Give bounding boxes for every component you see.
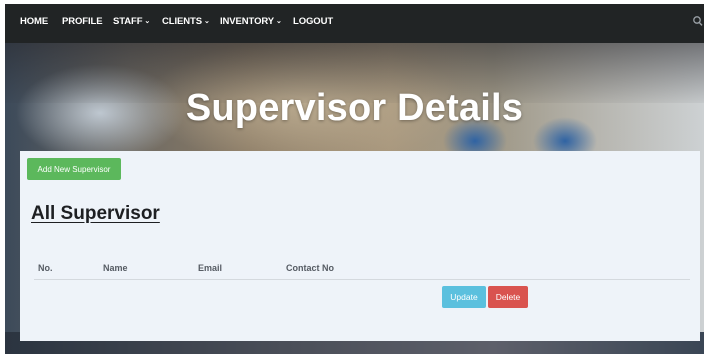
nav-profile-label: PROFILE xyxy=(62,16,103,27)
supervisor-card: Add New Supervisor All Supervisor No. Na… xyxy=(20,151,700,341)
nav-profile[interactable]: PROFILE xyxy=(62,16,103,27)
nav-home[interactable]: HOME xyxy=(20,16,48,27)
nav-staff[interactable]: STAFF ⌄ xyxy=(113,16,150,27)
nav-clients[interactable]: CLIENTS ⌄ xyxy=(162,16,210,27)
page-frame: HOME PROFILE STAFF ⌄ CLIENTS ⌄ INVENTORY ⌄ … xyxy=(5,4,704,354)
column-header-email: Email xyxy=(198,263,223,273)
section-title: All Supervisor xyxy=(31,203,160,224)
chevron-down-icon: ⌄ xyxy=(144,18,151,25)
column-header-contact-no: Contact No xyxy=(286,263,334,273)
update-button[interactable]: Update xyxy=(442,286,486,308)
page-title: Supervisor Details xyxy=(185,87,524,129)
column-header-name: Name xyxy=(103,263,128,273)
table-header-divider xyxy=(34,279,690,280)
top-navbar: HOME PROFILE STAFF ⌄ CLIENTS ⌄ INVENTORY ⌄ … xyxy=(5,4,704,43)
nav-logout-label: LOGOUT xyxy=(293,16,334,27)
column-header-no: No. xyxy=(38,263,53,273)
delete-button[interactable]: Delete xyxy=(488,286,528,308)
nav-logout[interactable]: LOGOUT xyxy=(293,16,333,27)
add-new-supervisor-button[interactable]: Add New Supervisor xyxy=(27,158,121,180)
nav-inventory[interactable]: INVENTORY ⌄ xyxy=(220,16,282,27)
chevron-down-icon: ⌄ xyxy=(276,18,282,25)
search-icon[interactable] xyxy=(692,14,704,28)
nav-clients-label: CLIENTS xyxy=(162,16,202,27)
chevron-down-icon: ⌄ xyxy=(203,18,210,25)
nav-staff-label: STAFF xyxy=(113,16,143,27)
nav-inventory-label: INVENTORY xyxy=(220,16,274,27)
nav-home-label: HOME xyxy=(20,16,49,27)
